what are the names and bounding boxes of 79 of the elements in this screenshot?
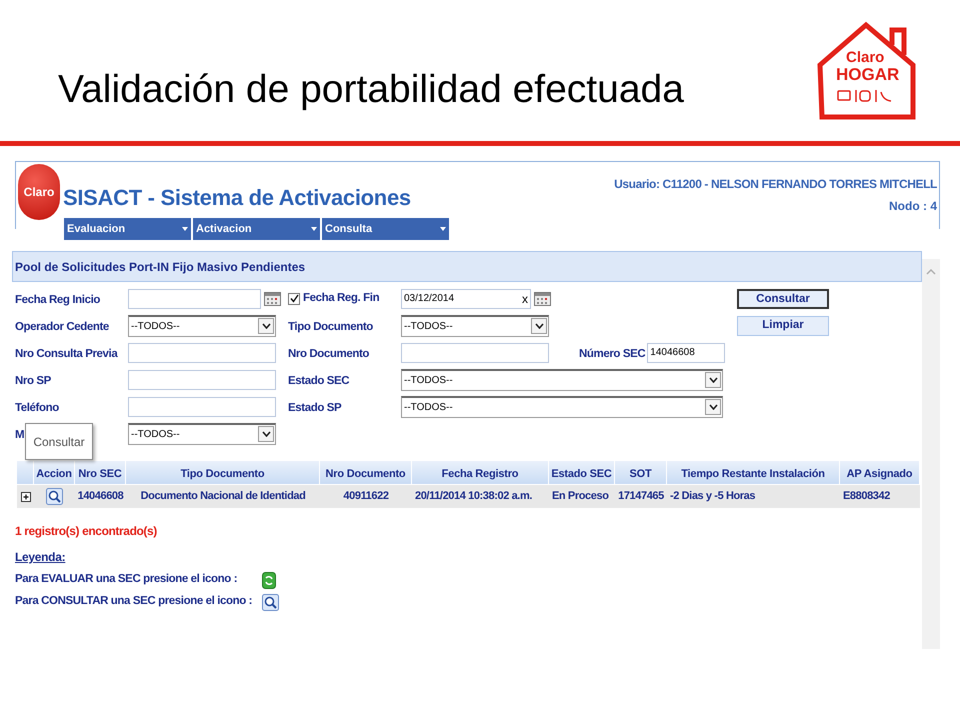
caret-icon (311, 227, 317, 231)
table-cell-text: 40911622 (342, 489, 390, 504)
logo-brand: Claro (846, 50, 884, 65)
legend-text: Para CONSULTAR una SEC presione el icono : (15, 594, 254, 610)
table-header-cell (17, 461, 33, 484)
claro-logo: Claro (18, 164, 60, 220)
column-header: Nro SEC (75, 461, 125, 484)
chevron-down-icon (262, 431, 270, 437)
chevron-down-icon (708, 404, 718, 410)
menu-item[interactable]: Consulta (322, 218, 449, 240)
scroll-up-icon (926, 269, 936, 275)
menu-item[interactable]: Activacion (193, 218, 320, 240)
table-cell-text: E8808342 (842, 489, 891, 504)
scrollbar[interactable] (922, 259, 940, 649)
magnifier-icon[interactable] (46, 488, 63, 505)
field-label: Nro Documento (288, 348, 370, 360)
clear-button[interactable]: x (522, 290, 528, 308)
calendar-icon (534, 292, 551, 306)
column-header: Estado SEC (549, 461, 614, 484)
menu-item[interactable]: Evaluacion (64, 218, 191, 240)
expand-icon[interactable] (20, 492, 30, 502)
checkbox[interactable] (288, 292, 300, 304)
field-label: Nro SP (15, 374, 51, 386)
slide-title: Validación de portabilidad efectuada (57, 67, 685, 113)
table-cell-text: En Proceso (551, 489, 610, 504)
app-title: SISACT - Sistema de Activaciones (63, 184, 411, 212)
caret-icon (182, 227, 188, 231)
field-label: Número SEC (579, 348, 646, 360)
node-info: Nodo : 4 (889, 198, 937, 215)
input-field[interactable] (128, 342, 276, 362)
dropdown[interactable]: --TODOS-- (128, 422, 276, 444)
field-label: Nro Consulta Previa (15, 348, 118, 360)
input-field[interactable] (128, 396, 276, 416)
result-count: 1 registro(s) encontrado(s) (15, 523, 158, 540)
magnifier-icon (262, 594, 279, 610)
table-cell-text: 20/11/2014 10:38:02 a.m. (414, 489, 534, 504)
dropdown[interactable]: --TODOS-- (401, 368, 723, 390)
field-label: Teléfono (15, 402, 59, 414)
column-header: AP Asignado (840, 461, 919, 484)
logo-product: HOGAR (836, 66, 900, 83)
field-label: Tipo Documento (288, 320, 373, 332)
column-header: SOT (615, 461, 666, 484)
panel-title: Pool de Solicitudes Port-IN Fijo Masivo Pendientes (12, 251, 922, 282)
table-cell-text: 14046608 (76, 489, 124, 504)
field-label: Estado SP (288, 402, 342, 414)
caret-icon (440, 227, 446, 231)
column-header: Fecha Registro (412, 461, 548, 484)
tooltip: Consultar (25, 423, 93, 460)
chevron-down-icon (708, 377, 718, 383)
dropdown[interactable]: --TODOS-- (128, 314, 276, 336)
field-label: Fecha Reg. Fin (303, 290, 380, 306)
input-field[interactable] (128, 370, 276, 390)
column-header: Tiempo Restante Instalación (667, 461, 839, 484)
legend-text: Para EVALUAR una SEC presione el icono : (15, 572, 238, 588)
form-button[interactable]: Limpiar (737, 316, 829, 336)
field-label: Operador Cedente (15, 320, 109, 332)
column-header: Accion (34, 461, 74, 484)
check-icon (290, 294, 298, 303)
field-label: Estado SEC (288, 374, 350, 386)
dropdown[interactable]: --TODOS-- (401, 396, 723, 418)
dropdown[interactable]: --TODOS-- (401, 314, 549, 336)
user-info: Usuario: C11200 - NELSON FERNANDO TORRES MITCHELL (614, 176, 937, 193)
refresh-icon (262, 572, 276, 588)
input-field[interactable]: 14046608 (647, 342, 726, 362)
column-header: Tipo Documento (126, 461, 319, 484)
chevron-down-icon (534, 323, 544, 329)
table-cell-text: 17147465 (617, 489, 665, 504)
legend-title: Leyenda: (15, 549, 66, 566)
input-field[interactable] (128, 288, 261, 308)
date-field[interactable]: 03/12/2014 x (401, 288, 531, 308)
input-field[interactable] (401, 342, 549, 362)
chevron-down-icon (262, 323, 270, 329)
calendar-icon (264, 292, 281, 306)
table-cell-text: -2 Dias y -5 Horas (669, 489, 756, 504)
field-label: M (15, 428, 24, 440)
form-button[interactable]: Consultar (737, 288, 829, 308)
table-cell-text: Documento Nacional de Identidad (140, 489, 306, 504)
field-label: Fecha Reg Inicio (15, 294, 100, 306)
column-header: Nro Documento (320, 461, 411, 484)
